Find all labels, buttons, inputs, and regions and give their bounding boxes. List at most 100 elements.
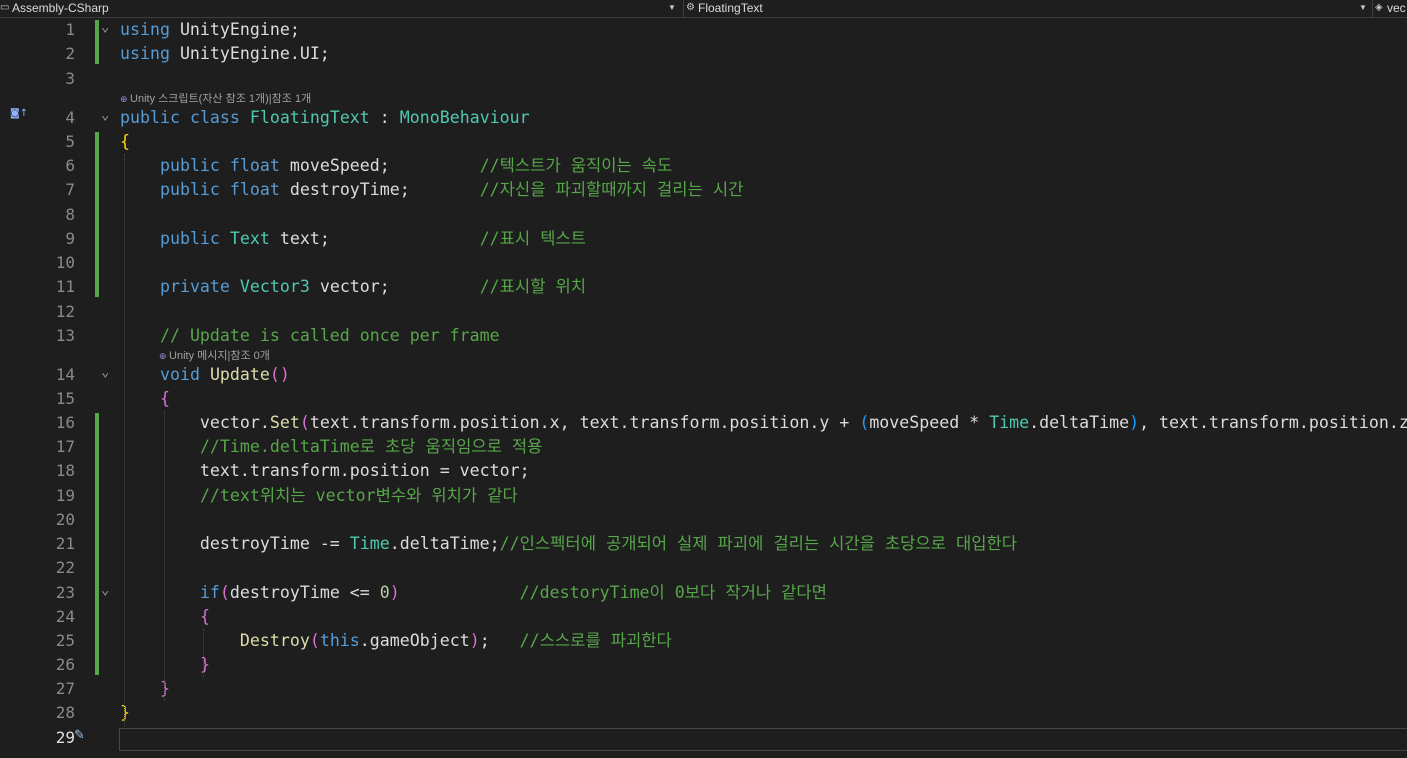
project-icon: ▭ [0, 2, 10, 13]
code-text[interactable]: using UnityEngine.UI; [120, 42, 330, 66]
code-line[interactable]: 5{ [0, 130, 1407, 154]
fold-chevron-icon[interactable]: ⌄ [101, 18, 109, 36]
chevron-down-icon[interactable]: ▼ [1359, 0, 1367, 16]
code-line[interactable]: 4 ⌄ public class FloatingText : MonoBehavi… [0, 106, 1407, 130]
code-line[interactable]: 25 Destroy(this.gameObject); //스스로를 파괴한다 [0, 629, 1407, 653]
code-line[interactable]: 24 { [0, 605, 1407, 629]
line-number: 18 [55, 461, 75, 480]
line-number: 21 [55, 534, 75, 553]
line-number: 16 [55, 413, 75, 432]
code-text[interactable]: public float destroyTime; //자신을 파괴할때까지 걸… [120, 178, 743, 202]
code-line[interactable]: 14 ⌄ void Update() [0, 363, 1407, 387]
code-line[interactable]: 15 { [0, 387, 1407, 411]
line-number: 28 [55, 703, 75, 722]
indent-guide [124, 154, 125, 726]
line-number: 29 [55, 728, 75, 747]
unity-icon: ⊕ [120, 94, 131, 104]
code-line[interactable]: 17 //Time.deltaTime로 초당 움직임으로 적용 [0, 435, 1407, 459]
code-editor[interactable]: 1 ⌄ using UnityEngine; 2 using UnityEngine.U… [0, 18, 1407, 758]
line-number: 3 [65, 69, 75, 88]
code-text[interactable]: public Text text; //표시 텍스트 [120, 227, 586, 251]
code-text[interactable]: // Update is called once per frame [120, 324, 500, 348]
navigation-bar: ▭ Assembly-CSharp ▼ ⚙ FloatingText ▼ ◈ vec [0, 0, 1407, 18]
implementation-marker-icon[interactable]: ◙↑ [10, 108, 28, 119]
line-number: 5 [65, 132, 75, 151]
line-number: 6 [65, 156, 75, 175]
fold-chevron-icon[interactable]: ⌄ [101, 363, 109, 381]
line-number: 2 [65, 44, 75, 63]
codelens-references[interactable]: ⊕ Unity 스크립트(자산 참조 1개)|참조 1개 [120, 90, 311, 106]
code-text[interactable]: //Time.deltaTime로 초당 움직임으로 적용 [120, 435, 542, 459]
code-line[interactable]: 18 text.transform.position = vector; [0, 459, 1407, 483]
code-text[interactable]: //text위치는 vector변수와 위치가 같다 [120, 484, 518, 508]
line-number: 12 [55, 302, 75, 321]
line-number: 1 [65, 20, 75, 39]
code-line[interactable]: 20 [0, 508, 1407, 532]
line-number: 14 [55, 365, 75, 384]
code-line[interactable]: 19 //text위치는 vector변수와 위치가 같다 [0, 484, 1407, 508]
code-text[interactable]: public class FloatingText : MonoBehaviou… [120, 106, 530, 130]
codelens-references[interactable]: ⊕ Unity 메시지|참조 0개 [159, 347, 270, 363]
code-line[interactable]: 16 vector.Set(text.transform.position.x,… [0, 411, 1407, 435]
code-line[interactable]: 9 public Text text; //표시 텍스트 [0, 227, 1407, 251]
code-line[interactable]: 12 [0, 300, 1407, 324]
project-dropdown[interactable]: ▭ Assembly-CSharp [0, 0, 680, 17]
class-dropdown[interactable]: ⚙ FloatingText [683, 0, 1374, 17]
code-text[interactable]: } [120, 677, 170, 701]
code-text[interactable]: using UnityEngine; [120, 18, 300, 42]
line-number: 4 [65, 108, 75, 127]
unity-icon: ⊕ [159, 351, 170, 361]
indent-guide [203, 629, 204, 677]
code-text[interactable]: } [120, 701, 130, 725]
code-text[interactable]: vector.Set(text.transform.position.x, te… [120, 411, 1407, 435]
member-dropdown[interactable]: ◈ vec [1372, 0, 1407, 17]
class-name: FloatingText [698, 1, 763, 15]
code-line[interactable]: 8 [0, 203, 1407, 227]
field-icon: ◈ [1375, 2, 1383, 13]
code-line[interactable]: 26 } [0, 653, 1407, 677]
code-line[interactable]: 23 ⌄ if(destroyTime <= 0) //destoryTime이 … [0, 581, 1407, 605]
indent-guide [164, 411, 165, 701]
change-marker [95, 132, 99, 297]
code-line[interactable]: 13 // Update is called once per frame [0, 324, 1407, 348]
member-name: vec [1387, 1, 1406, 15]
code-text[interactable]: text.transform.position = vector; [120, 459, 530, 483]
code-line[interactable]: 10 [0, 251, 1407, 275]
fold-chevron-icon[interactable]: ⌄ [101, 581, 109, 599]
line-number: 19 [55, 486, 75, 505]
line-number: 22 [55, 558, 75, 577]
line-number: 26 [55, 655, 75, 674]
line-number: 17 [55, 437, 75, 456]
code-text[interactable]: public float moveSpeed; //텍스트가 움직이는 속도 [120, 154, 672, 178]
line-number: 24 [55, 607, 75, 626]
code-line[interactable]: 11 private Vector3 vector; //표시할 위치 [0, 275, 1407, 299]
line-number: 10 [55, 253, 75, 272]
code-line[interactable]: 27 } [0, 677, 1407, 701]
code-line[interactable]: 22 [0, 556, 1407, 580]
codelens-text: Unity 스크립트(자산 참조 1개)|참조 1개 [130, 93, 312, 105]
pencil-icon[interactable]: ✎ [74, 728, 85, 743]
code-line[interactable]: 1 ⌄ using UnityEngine; [0, 18, 1407, 42]
line-number: 25 [55, 631, 75, 650]
line-number: 13 [55, 326, 75, 345]
chevron-down-icon[interactable]: ▼ [668, 0, 676, 16]
code-line[interactable]: 6 public float moveSpeed; //텍스트가 움직이는 속도 [0, 154, 1407, 178]
line-number: 9 [65, 229, 75, 248]
change-marker [95, 413, 99, 675]
code-line[interactable]: 21 destroyTime -= Time.deltaTime;//인스펙터에… [0, 532, 1407, 556]
code-line[interactable]: 7 public float destroyTime; //자신을 파괴할때까지… [0, 178, 1407, 202]
code-text[interactable]: if(destroyTime <= 0) //destoryTime이 0보다 … [120, 581, 827, 605]
change-marker [95, 20, 99, 64]
code-text[interactable]: void Update() [120, 363, 290, 387]
line-number: 23 [55, 583, 75, 602]
fold-chevron-icon[interactable]: ⌄ [101, 106, 109, 124]
code-text[interactable]: { [120, 130, 130, 154]
code-line[interactable]: 2 using UnityEngine.UI; [0, 42, 1407, 66]
code-text[interactable]: private Vector3 vector; //표시할 위치 [120, 275, 586, 299]
line-number: 27 [55, 679, 75, 698]
code-text[interactable]: { [120, 387, 170, 411]
code-line[interactable]: 3 [0, 67, 1407, 91]
code-line[interactable]: 28} [0, 701, 1407, 725]
line-number: 7 [65, 180, 75, 199]
code-text[interactable]: destroyTime -= Time.deltaTime;//인스펙터에 공개… [120, 532, 1017, 556]
